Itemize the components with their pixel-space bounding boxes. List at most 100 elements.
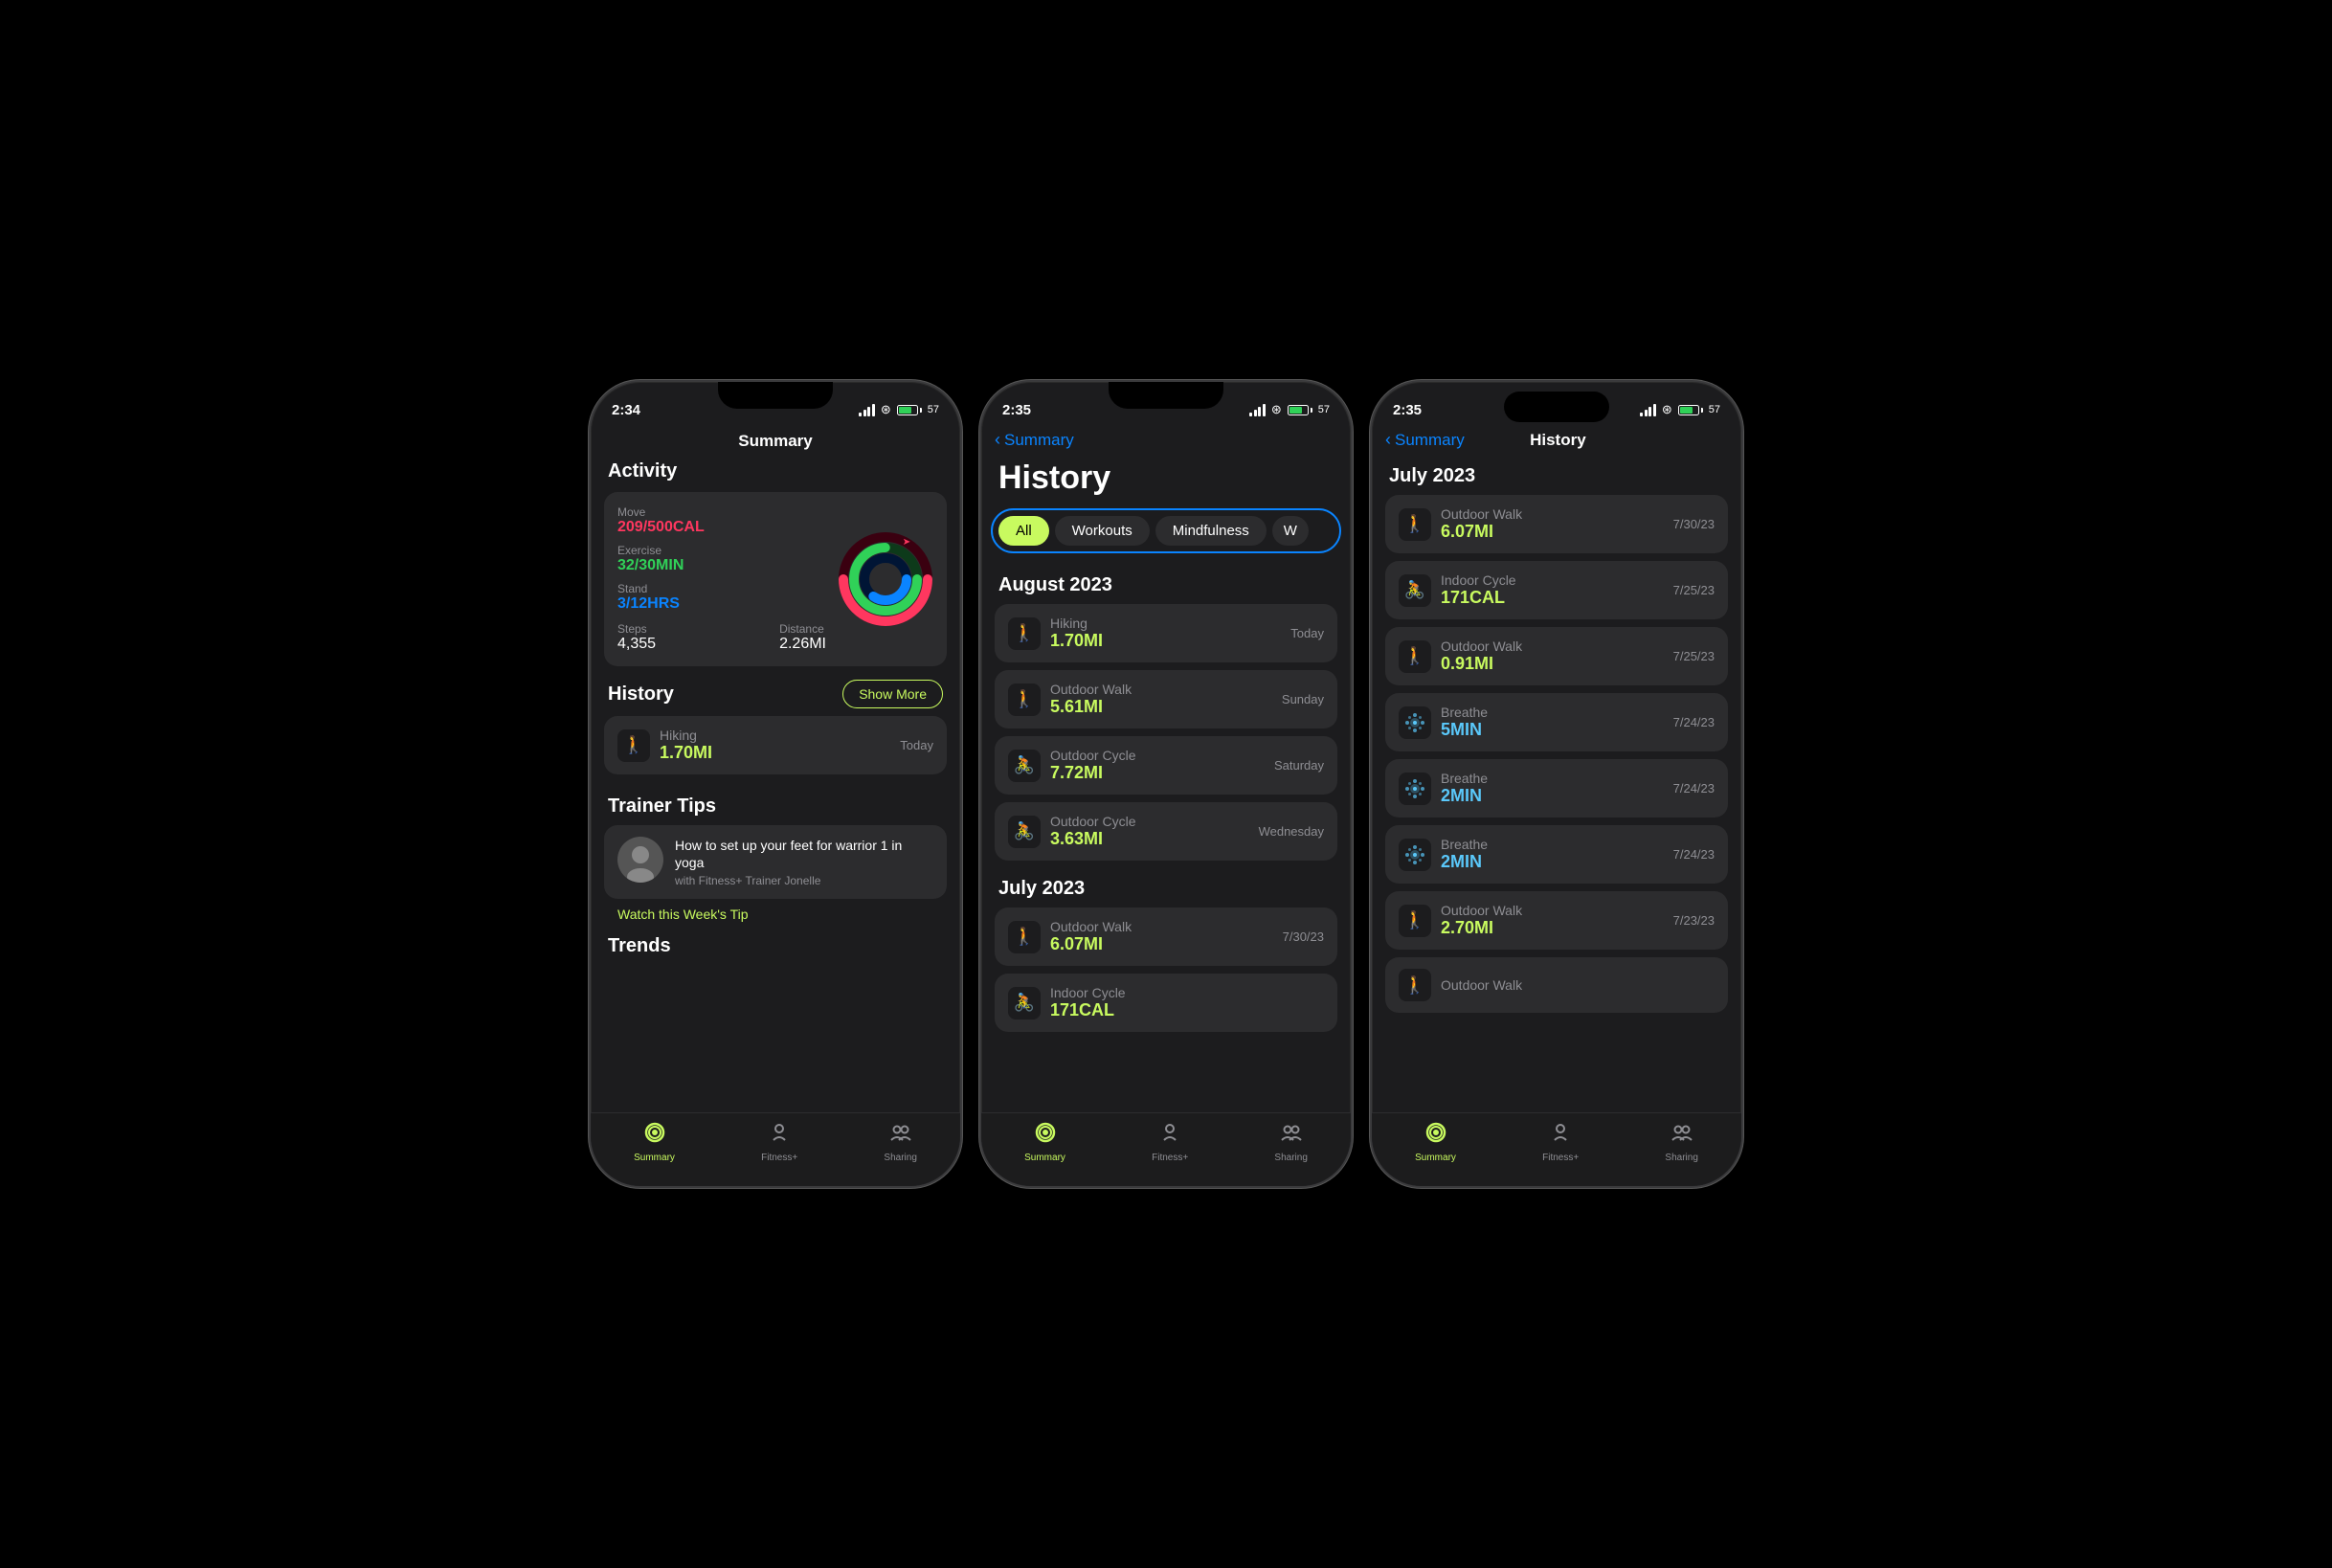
p3-value-6: 2.70MI	[1441, 918, 1664, 938]
p3-date-5: 7/24/23	[1673, 847, 1715, 862]
p2-info-4: Outdoor Walk 6.07MI	[1050, 919, 1273, 954]
signal-bar-3-4	[1653, 404, 1656, 416]
trends-placeholder: Trends	[591, 922, 960, 1015]
p3-item-3[interactable]: Breathe 5MIN 7/24/23	[1385, 693, 1728, 751]
sharing-icon-svg-2	[1280, 1121, 1303, 1144]
back-text-3[interactable]: Summary	[1395, 431, 1465, 450]
tab-sharing-2[interactable]: Sharing	[1274, 1121, 1307, 1163]
p2-item-0[interactable]: 🚶 Hiking 1.70MI Today	[995, 604, 1337, 662]
battery-fill-1	[899, 407, 912, 414]
fitness-icon-svg-2	[1158, 1121, 1181, 1144]
p3-icon-7: 🚶	[1399, 969, 1431, 1001]
summary-tab-icon-1	[643, 1121, 666, 1150]
p3-icon-4	[1399, 773, 1431, 805]
p3-name-4: Breathe	[1441, 771, 1664, 786]
show-more-button[interactable]: Show More	[842, 680, 943, 708]
p2-date-0: Today	[1290, 626, 1324, 640]
p3-date-3: 7/24/23	[1673, 715, 1715, 729]
p3-value-0: 6.07MI	[1441, 522, 1664, 542]
p3-item-6[interactable]: 🚶 Outdoor Walk 2.70MI 7/23/23	[1385, 891, 1728, 950]
p3-item-0[interactable]: 🚶 Outdoor Walk 6.07MI 7/30/23	[1385, 495, 1728, 553]
phone-2: 2:35 ⊛ 57 ‹ Summa	[979, 380, 1353, 1188]
breathe-icon-5	[1401, 841, 1428, 868]
filter-w[interactable]: W	[1272, 516, 1309, 546]
tab-label-sharing-2: Sharing	[1274, 1153, 1307, 1163]
filter-all[interactable]: All	[998, 516, 1049, 546]
wifi-icon-3: ⊛	[1662, 402, 1672, 417]
p2-icon-4: 🚶	[1008, 921, 1041, 953]
p2-icon-1: 🚶	[1008, 683, 1041, 716]
tab-label-fitnessplus-2: Fitness+	[1152, 1153, 1188, 1163]
distance-value: 2.26MI	[779, 636, 826, 653]
tab-summary-2[interactable]: Summary	[1024, 1121, 1065, 1163]
wifi-icon-2: ⊛	[1271, 402, 1282, 417]
tab-label-summary-3: Summary	[1415, 1153, 1456, 1163]
status-icons-2: ⊛ 57	[1249, 402, 1330, 417]
breathe-icon-4	[1401, 775, 1428, 802]
filter-mindfulness[interactable]: Mindfulness	[1155, 516, 1267, 546]
p3-item-2[interactable]: 🚶 Outdoor Walk 0.91MI 7/25/23	[1385, 627, 1728, 685]
p3-item-4[interactable]: Breathe 2MIN 7/24/23	[1385, 759, 1728, 818]
trainer-section: How to set up your feet for warrior 1 in…	[591, 825, 960, 922]
tab-fitnessplus-2[interactable]: Fitness+	[1152, 1121, 1188, 1163]
battery-fill-3	[1680, 407, 1693, 414]
p3-date-4: 7/24/23	[1673, 781, 1715, 795]
steps-label: Steps	[617, 622, 656, 636]
p2-date-3: Wednesday	[1259, 824, 1324, 839]
tab-summary-1[interactable]: Summary	[634, 1121, 675, 1163]
p2-item-4[interactable]: 🚶 Outdoor Walk 6.07MI 7/30/23	[995, 907, 1337, 966]
p2-date-4: 7/30/23	[1283, 930, 1324, 944]
signal-bar-3-3	[1648, 407, 1651, 416]
p2-name-5: Indoor Cycle	[1050, 985, 1314, 1000]
nav-title-1: Summary	[591, 424, 960, 460]
p3-item-7[interactable]: 🚶 Outdoor Walk	[1385, 957, 1728, 1013]
p2-name-4: Outdoor Walk	[1050, 919, 1273, 934]
history-list-3: July 2023 🚶 Outdoor Walk 6.07MI 7/30/23 …	[1372, 456, 1741, 1112]
p2-item-5[interactable]: 🚴 Indoor Cycle 171CAL	[995, 974, 1337, 1032]
p2-name-0: Hiking	[1050, 616, 1281, 631]
tab-sharing-3[interactable]: Sharing	[1665, 1121, 1697, 1163]
tab-summary-3[interactable]: Summary	[1415, 1121, 1456, 1163]
tab-bar-1: Summary Fitness+	[591, 1112, 960, 1186]
back-text-2[interactable]: Summary	[1004, 431, 1074, 450]
p3-icon-5	[1399, 839, 1431, 871]
p2-item-1[interactable]: 🚶 Outdoor Walk 5.61MI Sunday	[995, 670, 1337, 728]
ring-arrow: ➤	[903, 537, 910, 548]
move-stat: Move 209/500CAL	[617, 505, 826, 536]
p3-item-1[interactable]: 🚴 Indoor Cycle 171CAL 7/25/23	[1385, 561, 1728, 619]
workout-icon-hike: 🚶	[617, 729, 650, 762]
p2-item-2[interactable]: 🚴 Outdoor Cycle 7.72MI Saturday	[995, 736, 1337, 795]
phone-1: 2:34 ⊛ 57 Summary	[589, 380, 962, 1188]
back-arrow-2: ‹	[995, 430, 1000, 450]
exercise-stat: Exercise 32/30MIN	[617, 544, 826, 574]
exercise-label: Exercise	[617, 544, 826, 557]
watch-tip-link[interactable]: Watch this Week's Tip	[604, 907, 947, 922]
p2-info-2: Outdoor Cycle 7.72MI	[1050, 748, 1265, 783]
distance-item: Distance 2.26MI	[779, 622, 826, 653]
tab-label-sharing-1: Sharing	[884, 1153, 916, 1163]
battery-icon-3	[1678, 405, 1703, 415]
battery-icon-2	[1288, 405, 1312, 415]
p3-item-5[interactable]: Breathe 2MIN 7/24/23	[1385, 825, 1728, 884]
history-title-2: History	[981, 456, 1351, 508]
summary-icon-svg-2	[1034, 1121, 1057, 1144]
wifi-icon-1: ⊛	[881, 402, 891, 417]
p3-name-1: Indoor Cycle	[1441, 572, 1664, 588]
p2-item-3[interactable]: 🚴 Outdoor Cycle 3.63MI Wednesday	[995, 802, 1337, 861]
p2-info-3: Outdoor Cycle 3.63MI	[1050, 814, 1249, 849]
battery-icon-1	[897, 405, 922, 415]
history-item-0[interactable]: 🚶 Hiking 1.70MI Today	[604, 716, 947, 774]
tab-sharing-1[interactable]: Sharing	[884, 1121, 916, 1163]
back-nav-3: ‹ Summary History	[1372, 424, 1741, 456]
p3-icon-1: 🚴	[1399, 574, 1431, 607]
tab-fitnessplus-3[interactable]: Fitness+	[1542, 1121, 1579, 1163]
sharing-tab-icon-2	[1280, 1121, 1303, 1150]
trainer-text: How to set up your feet for warrior 1 in…	[675, 837, 933, 887]
move-label: Move	[617, 505, 826, 519]
tab-label-fitnessplus-3: Fitness+	[1542, 1153, 1579, 1163]
filter-workouts[interactable]: Workouts	[1055, 516, 1150, 546]
p3-date-1: 7/25/23	[1673, 583, 1715, 597]
tab-fitnessplus-1[interactable]: Fitness+	[761, 1121, 797, 1163]
phone-island-3	[1504, 392, 1609, 422]
month-jul-2023-p3: July 2023	[1372, 456, 1741, 495]
